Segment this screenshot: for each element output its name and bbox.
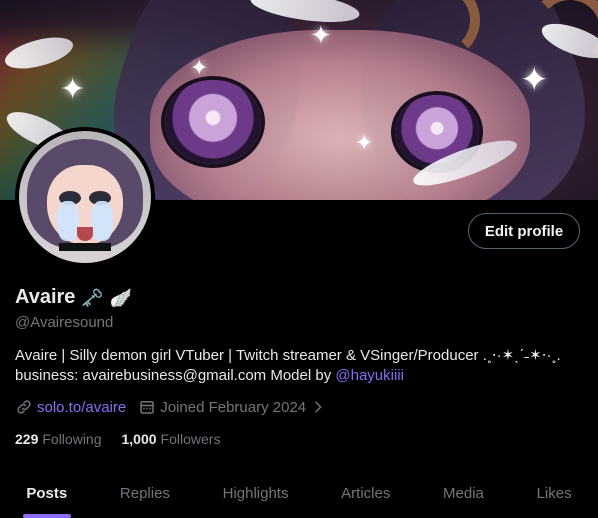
tab-replies[interactable]: Replies [94,468,197,518]
tab-label: Highlights [222,484,289,502]
banner-eye-left [165,80,261,164]
profile-handle: @Avairesound [15,314,114,331]
sparkle-icon: ✦ [520,61,549,99]
sparkle-icon: ✦ [190,55,209,80]
key-emoji-icon: 🗝️ [81,287,104,308]
profile-bio: Avaire | Silly demon girl VTuber | Twitc… [15,346,585,386]
tab-label: Posts [26,484,68,502]
tab-label: Articles [341,484,391,502]
tab-media[interactable]: Media [417,468,511,518]
bio-mention-link[interactable]: @hayukiiii [335,367,404,384]
tab-label: Replies [119,484,170,502]
sparkle-icon: ✦ [310,20,332,50]
following-count: 229 [15,431,39,447]
avatar-image [19,131,151,263]
website-item[interactable]: solo.to/avaire [15,398,126,416]
bio-business-text: business: avairebusiness@gmail.com Model… [15,367,336,384]
followers-count: 1,000 [121,431,157,447]
bio-line-2: business: avairebusiness@gmail.com Model… [15,366,585,386]
avatar-tear-left [57,201,79,241]
website-link[interactable]: solo.to/avaire [37,399,126,416]
followers-label: Followers [160,431,221,447]
bio-line-1: Avaire | Silly demon girl VTuber | Twitc… [15,347,561,364]
following-label: Following [42,431,102,447]
calendar-icon [140,401,154,414]
tab-likes[interactable]: Likes [510,468,598,518]
profile-avatar[interactable] [15,127,155,267]
sparkle-icon: ✦ [60,73,86,106]
followers-link[interactable]: 1,000 Followers [122,431,221,447]
tab-articles[interactable]: Articles [315,468,417,518]
profile-meta: solo.to/avaire Joined February 2024 [15,398,342,416]
profile-stats: 229 Following 1,000 Followers [15,431,240,447]
avatar-collar [59,243,111,251]
profile-name-row: Avaire 🗝️ 🪽 [15,286,132,309]
edit-profile-button[interactable]: Edit profile [468,213,580,249]
profile-tabs: Posts Replies Highlights Articles Media … [0,468,598,518]
chevron-right-icon[interactable] [310,399,326,415]
display-name: Avaire [15,286,76,308]
wing-emoji-icon: 🪽 [109,287,133,308]
avatar-tear-right [91,201,113,241]
joined-item: Joined February 2024 [138,398,330,416]
link-icon [17,400,31,414]
active-tab-indicator [22,514,71,518]
tab-highlights[interactable]: Highlights [196,468,315,518]
tab-label: Media [443,484,484,502]
tab-posts[interactable]: Posts [0,468,94,518]
sparkle-icon: ✦ [355,130,374,155]
tab-label: Likes [536,484,572,502]
following-link[interactable]: 229 Following [15,431,102,447]
joined-date: Joined February 2024 [160,398,307,416]
avatar-mouth [77,227,93,241]
